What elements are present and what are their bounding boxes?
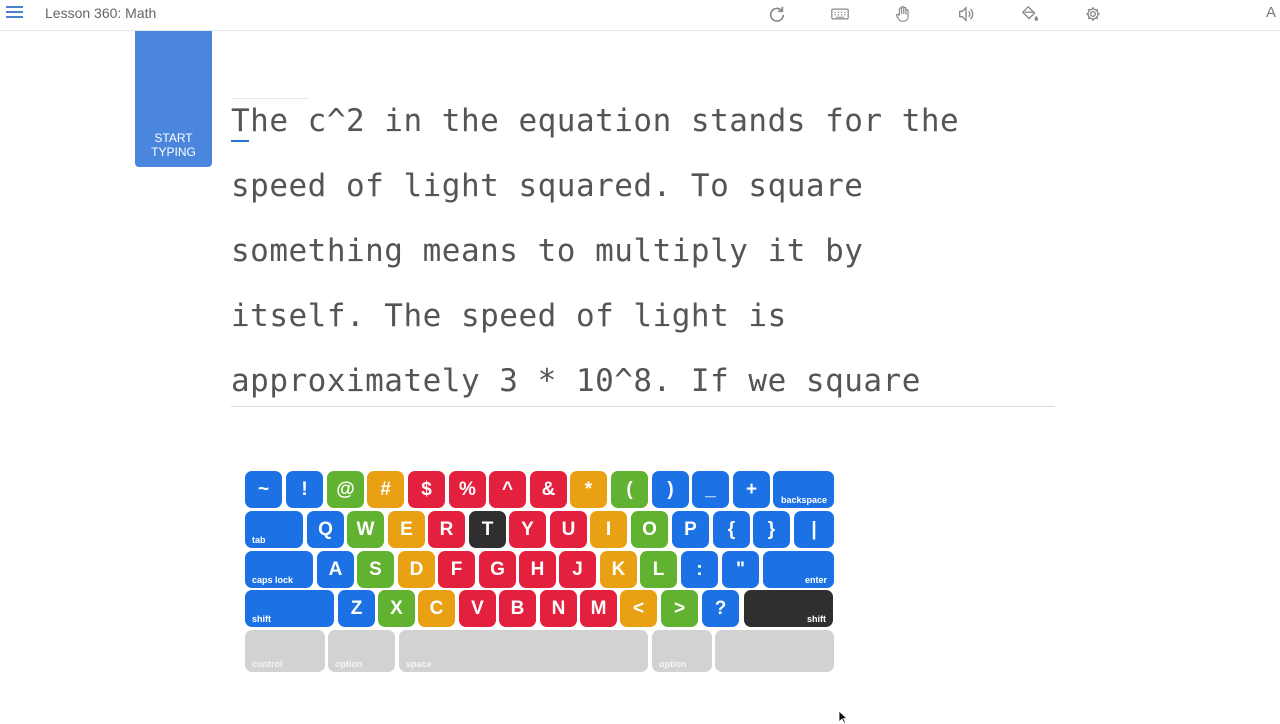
lesson-title: Lesson 360: Math (45, 5, 157, 21)
key-f[interactable]: F (438, 551, 475, 588)
key-c[interactable]: C (418, 590, 455, 627)
key-symbol[interactable]: : (681, 551, 718, 588)
key-o[interactable]: O (631, 511, 668, 548)
key-backspace[interactable]: backspace (773, 471, 834, 508)
key-a[interactable]: A (317, 551, 354, 588)
key-d[interactable]: D (398, 551, 435, 588)
key-control[interactable]: control (245, 630, 325, 672)
key-z[interactable]: Z (338, 590, 375, 627)
key-symbol[interactable]: * (570, 471, 607, 508)
key-space[interactable]: space (399, 630, 648, 672)
key-y[interactable]: Y (509, 511, 546, 548)
key-i[interactable]: I (590, 511, 627, 548)
on-screen-keyboard: ~! @ # $% ^ & *() _ + backspace tab Q W E R T Y U I O P{} | ca… (244, 470, 836, 676)
typing-passage[interactable]: The c^2 in the equation stands for the s… (231, 86, 1055, 407)
key-symbol[interactable]: { (713, 511, 750, 548)
key-symbol[interactable]: ^ (489, 471, 526, 508)
key-symbol[interactable]: @ (327, 471, 364, 508)
key-caps-lock[interactable]: caps lock (245, 551, 313, 588)
passage-divider (231, 98, 309, 99)
key-u[interactable]: U (550, 511, 587, 548)
key-shift[interactable]: shift (744, 590, 833, 627)
key-x[interactable]: X (378, 590, 415, 627)
key-symbol[interactable]: $ (408, 471, 445, 508)
key-symbol[interactable]: ! (286, 471, 323, 508)
mouse-cursor-icon (838, 710, 848, 724)
key-option[interactable]: option (652, 630, 712, 672)
key-symbol[interactable]: } (753, 511, 790, 548)
key-symbol[interactable]: < (620, 590, 657, 627)
passage-line: itself. The speed of light is (231, 298, 787, 334)
key-symbol[interactable]: ? (702, 590, 739, 627)
key-e[interactable]: E (388, 511, 425, 548)
key-blank[interactable] (715, 630, 834, 672)
key-shift[interactable]: shift (245, 590, 334, 627)
sound-icon[interactable] (955, 4, 977, 24)
key-symbol[interactable]: ~ (245, 471, 282, 508)
key-k[interactable]: K (600, 551, 637, 588)
key-symbol[interactable]: ) (652, 471, 689, 508)
passage-line: The c^2 in the equation stands for the (231, 103, 960, 139)
key-t[interactable]: T (469, 511, 506, 548)
key-v[interactable]: V (459, 590, 496, 627)
passage-line: approximately 3 * 10^8. If we square (231, 363, 921, 399)
key-b[interactable]: B (499, 590, 536, 627)
typing-caret (231, 140, 249, 142)
passage-line: something means to multiply it by (231, 233, 864, 269)
key-enter[interactable]: enter (763, 551, 834, 588)
key-symbol[interactable]: # (367, 471, 404, 508)
key-symbol[interactable]: " (722, 551, 759, 588)
key-s[interactable]: S (357, 551, 394, 588)
key-q[interactable]: Q (307, 511, 344, 548)
top-bar: Lesson 360: Math A (0, 0, 1280, 31)
key-symbol[interactable]: _ (692, 471, 729, 508)
keyboard-icon[interactable] (829, 4, 851, 24)
menu-icon[interactable] (6, 4, 24, 22)
gear-icon[interactable] (1082, 4, 1104, 24)
key-l[interactable]: L (640, 551, 677, 588)
key-tab[interactable]: tab (245, 511, 303, 548)
key-symbol[interactable]: + (733, 471, 770, 508)
key-m[interactable]: M (580, 590, 617, 627)
key-g[interactable]: G (479, 551, 516, 588)
passage-line: speed of light squared. To square (231, 168, 864, 204)
start-typing-button[interactable]: START TYPING (135, 31, 212, 167)
key-r[interactable]: R (428, 511, 465, 548)
key-symbol[interactable]: & (530, 471, 567, 508)
key-h[interactable]: H (519, 551, 556, 588)
key-symbol[interactable]: % (449, 471, 486, 508)
key-symbol[interactable]: | (794, 511, 834, 548)
paint-bucket-icon[interactable] (1019, 4, 1041, 24)
start-typing-line1: START (154, 131, 193, 145)
key-w[interactable]: W (347, 511, 384, 548)
key-option[interactable]: option (328, 630, 395, 672)
key-symbol[interactable]: ( (611, 471, 648, 508)
refresh-icon[interactable] (766, 4, 788, 24)
start-typing-line2: TYPING (151, 145, 196, 159)
key-n[interactable]: N (540, 590, 577, 627)
hand-icon[interactable] (892, 4, 914, 24)
font-size-button[interactable]: A (1266, 4, 1276, 21)
key-p[interactable]: P (672, 511, 709, 548)
key-j[interactable]: J (559, 551, 596, 588)
key-symbol[interactable]: > (661, 590, 698, 627)
